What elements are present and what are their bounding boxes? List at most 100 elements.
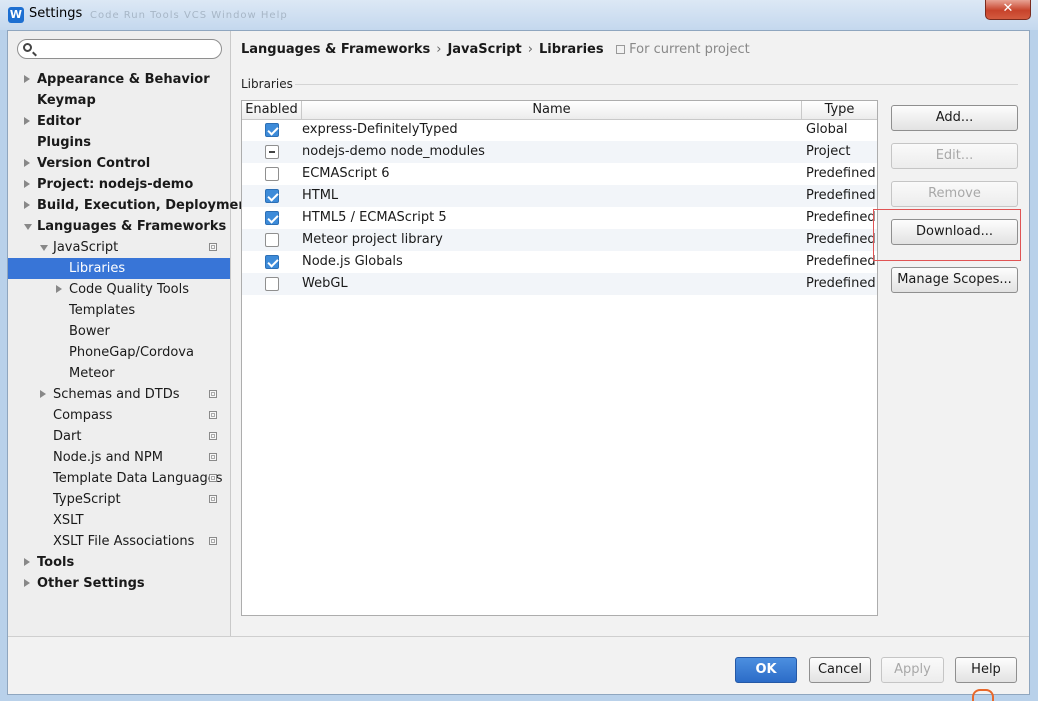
library-type: Predefined bbox=[806, 188, 876, 203]
sidebar-item-label: Schemas and DTDs bbox=[53, 387, 180, 402]
sidebar-item-node-js-and-npm[interactable]: Node.js and NPM bbox=[8, 447, 230, 468]
search-icon bbox=[23, 43, 32, 52]
table-row[interactable]: nodejs-demo node_modules Project bbox=[242, 141, 877, 163]
sidebar-item-phonegap-cordova[interactable]: PhoneGap/Cordova bbox=[8, 342, 230, 363]
sidebar-item-version-control[interactable]: Version Control bbox=[8, 153, 230, 174]
settings-search[interactable] bbox=[17, 39, 222, 59]
project-level-icon bbox=[209, 495, 217, 503]
footer-divider bbox=[8, 636, 1029, 637]
library-name: Meteor project library bbox=[302, 232, 443, 247]
breadcrumb-item: Libraries bbox=[538, 42, 604, 57]
collapsed-arrow-icon[interactable] bbox=[24, 180, 30, 188]
search-input[interactable] bbox=[38, 42, 216, 56]
help-button[interactable]: Help bbox=[955, 657, 1017, 683]
breadcrumb-item: JavaScript bbox=[447, 42, 522, 57]
collapsed-arrow-icon[interactable] bbox=[24, 159, 30, 167]
sidebar-item-code-quality-tools[interactable]: Code Quality Tools bbox=[8, 279, 230, 300]
title-bar[interactable]: W Settings Code Run Tools VCS Window Hel… bbox=[0, 0, 1038, 30]
collapsed-arrow-icon[interactable] bbox=[56, 285, 62, 293]
sidebar-item-compass[interactable]: Compass bbox=[8, 405, 230, 426]
apply-button[interactable]: Apply bbox=[881, 657, 944, 683]
collapsed-arrow-icon[interactable] bbox=[40, 390, 46, 398]
sidebar-item-label: PhoneGap/Cordova bbox=[69, 345, 194, 360]
sidebar-item-schemas-and-dtds[interactable]: Schemas and DTDs bbox=[8, 384, 230, 405]
sidebar-item-build-execution-deployment[interactable]: Build, Execution, Deployment bbox=[8, 195, 254, 216]
sidebar-item-bower[interactable]: Bower bbox=[8, 321, 230, 342]
collapsed-arrow-icon[interactable] bbox=[24, 117, 30, 125]
library-type: Predefined bbox=[806, 254, 876, 269]
settings-tree: Appearance & Behavior Keymap Editor Plugins… bbox=[8, 69, 254, 594]
enabled-checkbox[interactable] bbox=[265, 167, 279, 181]
sidebar-item-languages-frameworks[interactable]: Languages & Frameworks bbox=[8, 216, 230, 237]
enabled-checkbox[interactable] bbox=[265, 189, 279, 203]
library-type: Predefined bbox=[806, 232, 876, 247]
sidebar-item-label: Build, Execution, Deployment bbox=[37, 198, 254, 213]
add-button[interactable]: Add... bbox=[891, 105, 1018, 131]
table-row[interactable]: Meteor project library Predefined bbox=[242, 229, 877, 251]
sidebar-item-plugins[interactable]: Plugins bbox=[8, 132, 230, 153]
project-level-icon bbox=[209, 474, 217, 482]
column-header-type[interactable]: Type bbox=[802, 101, 877, 119]
project-level-icon bbox=[209, 243, 217, 251]
collapsed-arrow-icon[interactable] bbox=[24, 579, 30, 587]
table-row[interactable]: express-DefinitelyTyped Global bbox=[242, 119, 877, 141]
project-level-icon bbox=[209, 537, 217, 545]
sidebar-item-other-settings[interactable]: Other Settings bbox=[8, 573, 230, 594]
expanded-arrow-icon[interactable] bbox=[24, 224, 32, 230]
sidebar-item-dart[interactable]: Dart bbox=[8, 426, 230, 447]
settings-sidebar: Appearance & Behavior Keymap Editor Plugins… bbox=[8, 31, 254, 636]
breadcrumb-separator: › bbox=[527, 42, 533, 57]
sidebar-item-label: Node.js and NPM bbox=[53, 450, 163, 465]
sidebar-item-label: XSLT File Associations bbox=[53, 534, 195, 549]
expanded-arrow-icon[interactable] bbox=[40, 245, 48, 251]
sidebar-item-label: Languages & Frameworks bbox=[37, 219, 227, 234]
manage-scopes-button[interactable]: Manage Scopes... bbox=[891, 267, 1018, 293]
sidebar-item-meteor[interactable]: Meteor bbox=[8, 363, 230, 384]
column-header-name[interactable]: Name bbox=[302, 101, 802, 119]
sidebar-item-xslt-file-associations[interactable]: XSLT File Associations bbox=[8, 531, 230, 552]
libraries-table[interactable]: Enabled Name Type express-DefinitelyType… bbox=[241, 100, 878, 616]
enabled-checkbox[interactable] bbox=[265, 145, 279, 159]
table-row[interactable]: ECMAScript 6 Predefined bbox=[242, 163, 877, 185]
collapsed-arrow-icon[interactable] bbox=[24, 75, 30, 83]
remove-button[interactable]: Remove bbox=[891, 181, 1018, 207]
collapsed-arrow-icon[interactable] bbox=[24, 558, 30, 566]
edit-button[interactable]: Edit... bbox=[891, 143, 1018, 169]
project-level-icon bbox=[209, 390, 217, 398]
sidebar-item-label: Dart bbox=[53, 429, 82, 444]
table-row[interactable]: WebGL Predefined bbox=[242, 273, 877, 295]
sidebar-item-label: Appearance & Behavior bbox=[37, 72, 210, 87]
cancel-button[interactable]: Cancel bbox=[809, 657, 871, 683]
table-row[interactable]: Node.js Globals Predefined bbox=[242, 251, 877, 273]
enabled-checkbox[interactable] bbox=[265, 123, 279, 137]
sidebar-item-label: Templates bbox=[69, 303, 136, 318]
sidebar-item-editor[interactable]: Editor bbox=[8, 111, 230, 132]
sidebar-item-templates[interactable]: Templates bbox=[8, 300, 230, 321]
library-name: ECMAScript 6 bbox=[302, 166, 390, 181]
library-name: HTML bbox=[302, 188, 339, 203]
enabled-checkbox[interactable] bbox=[265, 233, 279, 247]
sidebar-item-typescript[interactable]: TypeScript bbox=[8, 489, 230, 510]
sidebar-item-xslt[interactable]: XSLT bbox=[8, 510, 230, 531]
table-row[interactable]: HTML5 / ECMAScript 5 Predefined bbox=[242, 207, 877, 229]
download-highlight-outline bbox=[873, 209, 1021, 261]
enabled-checkbox[interactable] bbox=[265, 255, 279, 269]
sidebar-item-libraries[interactable]: Libraries bbox=[8, 258, 230, 279]
column-header-enabled[interactable]: Enabled bbox=[242, 101, 302, 119]
sidebar-item-template-data-languages[interactable]: Template Data Languages bbox=[8, 468, 230, 489]
collapsed-arrow-icon[interactable] bbox=[24, 201, 30, 209]
library-name: WebGL bbox=[302, 276, 348, 291]
sidebar-item-javascript[interactable]: JavaScript bbox=[8, 237, 230, 258]
ok-button[interactable]: OK bbox=[735, 657, 797, 683]
sidebar-item-project-nodejs-demo[interactable]: Project: nodejs-demo bbox=[8, 174, 230, 195]
sidebar-item-keymap[interactable]: Keymap bbox=[8, 90, 230, 111]
sidebar-item-tools[interactable]: Tools bbox=[8, 552, 230, 573]
sidebar-item-appearance-behavior[interactable]: Appearance & Behavior bbox=[8, 69, 230, 90]
sidebar-item-label: Bower bbox=[69, 324, 110, 339]
enabled-checkbox[interactable] bbox=[265, 211, 279, 225]
enabled-checkbox[interactable] bbox=[265, 277, 279, 291]
table-row[interactable]: HTML Predefined bbox=[242, 185, 877, 207]
library-type: Predefined bbox=[806, 276, 876, 291]
sidebar-item-label: Other Settings bbox=[37, 576, 145, 591]
close-window-button[interactable]: ✕ bbox=[985, 0, 1031, 20]
